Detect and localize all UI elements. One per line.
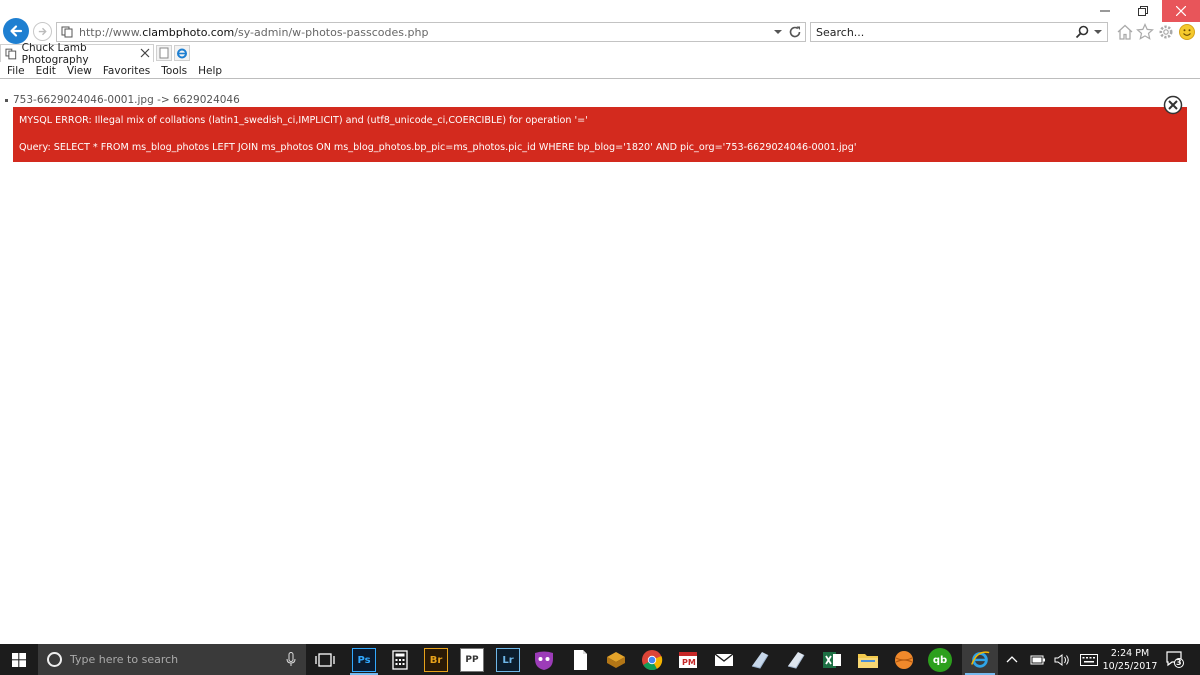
minimize-button[interactable] — [1086, 0, 1124, 22]
bridge-icon[interactable]: Br — [424, 648, 448, 672]
refresh-icon[interactable] — [788, 25, 802, 39]
keyboard-icon[interactable] — [1080, 654, 1098, 666]
paper-app-2-icon[interactable] — [784, 648, 808, 672]
action-center-button[interactable]: 3 — [1166, 651, 1184, 668]
file-mapping-line: 753-6629024046-0001.jpg -> 6629024046 — [5, 94, 240, 106]
close-circle-icon[interactable] — [1163, 95, 1183, 115]
error-message: MYSQL ERROR: Illegal mix of collations (… — [19, 115, 588, 126]
chevron-down-icon[interactable] — [773, 26, 783, 38]
forward-button[interactable] — [33, 22, 52, 41]
lightroom-icon[interactable]: Lr — [496, 648, 520, 672]
document-icon[interactable] — [568, 648, 592, 672]
home-icon[interactable] — [1116, 23, 1134, 41]
tab-strip: Chuck Lamb Photography — [0, 42, 1200, 66]
new-tab-icon — [159, 47, 169, 59]
photo-app-icon[interactable]: PP — [460, 648, 484, 672]
windows-logo-icon — [12, 652, 26, 667]
smiley-icon[interactable] — [1178, 23, 1196, 41]
tab-chuck-lamb-photography[interactable]: Chuck Lamb Photography — [0, 42, 154, 66]
menu-tools[interactable]: Tools — [157, 65, 191, 77]
chevron-down-icon[interactable] — [1093, 26, 1103, 38]
microphone-icon[interactable] — [286, 652, 296, 667]
search-icon[interactable] — [1075, 25, 1089, 39]
battery-icon[interactable] — [1030, 654, 1046, 666]
taskbar-search-box[interactable]: Type here to search — [38, 644, 306, 675]
windows-taskbar: Type here to search Ps Br PP Lr PM qb 2:… — [0, 644, 1200, 675]
bullet-dot — [5, 98, 8, 102]
quickbooks-icon[interactable]: qb — [928, 648, 952, 672]
menu-view[interactable]: View — [63, 65, 96, 77]
page-icon — [58, 23, 76, 41]
page-icon — [5, 48, 17, 59]
chrome-icon[interactable] — [640, 648, 664, 672]
pm-app-icon[interactable]: PM — [676, 648, 700, 672]
restore-icon — [1138, 6, 1148, 16]
search-placeholder: Search... — [816, 25, 865, 39]
volume-icon[interactable] — [1054, 653, 1070, 667]
ie-icon — [971, 651, 990, 668]
menu-bar: File Edit View Favorites Tools Help — [0, 63, 1200, 79]
arrow-left-icon — [10, 25, 23, 37]
close-icon — [1176, 6, 1186, 16]
gear-icon[interactable] — [1157, 23, 1175, 41]
menu-help[interactable]: Help — [194, 65, 226, 77]
mysql-error-box: MYSQL ERROR: Illegal mix of collations (… — [13, 107, 1187, 162]
mask-app-icon[interactable] — [532, 648, 556, 672]
chevron-up-icon[interactable] — [1006, 654, 1018, 666]
arrow-right-icon — [38, 27, 47, 36]
clock-date: 10/25/2017 — [1102, 661, 1158, 672]
menu-edit[interactable]: Edit — [32, 65, 60, 77]
cortana-icon — [47, 652, 62, 667]
clock-time: 2:24 PM — [1110, 648, 1150, 659]
system-clock[interactable]: 2:24 PM 10/25/2017 — [1100, 647, 1160, 673]
paper-app-icon[interactable] — [748, 648, 772, 672]
error-query: Query: SELECT * FROM ms_blog_photos LEFT… — [19, 142, 857, 153]
ie-icon — [177, 48, 187, 59]
close-tab-icon[interactable] — [140, 48, 150, 58]
star-icon[interactable] — [1136, 23, 1154, 41]
ie-taskbar-button[interactable] — [962, 644, 998, 675]
tab-title: Chuck Lamb Photography — [21, 41, 89, 66]
start-button[interactable] — [0, 644, 38, 675]
orange-app-icon[interactable] — [892, 648, 916, 672]
photoshop-icon[interactable]: Ps — [352, 648, 376, 672]
menu-favorites[interactable]: Favorites — [99, 65, 154, 77]
excel-icon[interactable] — [820, 648, 844, 672]
calculator-icon[interactable] — [388, 648, 412, 672]
file-mapping-text: 753-6629024046-0001.jpg -> 6629024046 — [13, 94, 240, 106]
url-text: http://www.clambphoto.com/sy-admin/w-pho… — [79, 25, 429, 39]
task-view-icon[interactable] — [313, 648, 337, 672]
address-bar[interactable]: http://www.clambphoto.com/sy-admin/w-pho… — [56, 22, 806, 42]
file-explorer-icon[interactable] — [856, 648, 880, 672]
ie-tab-button[interactable] — [174, 45, 190, 61]
notification-count: 3 — [1176, 658, 1182, 667]
restore-button[interactable] — [1124, 0, 1162, 22]
page-content: 753-6629024046-0001.jpg -> 6629024046 MY… — [0, 79, 1200, 644]
svg-text:PM: PM — [682, 658, 696, 667]
book-app-icon[interactable] — [604, 648, 628, 672]
close-window-button[interactable] — [1162, 0, 1200, 22]
browser-search-box[interactable]: Search... — [810, 22, 1108, 42]
browser-toolbar: http://www.clambphoto.com/sy-admin/w-pho… — [0, 0, 1200, 44]
new-tab-button[interactable] — [156, 45, 172, 61]
menu-file[interactable]: File — [3, 65, 29, 77]
taskbar-search-placeholder: Type here to search — [70, 653, 179, 666]
mail-icon[interactable] — [712, 648, 736, 672]
minimize-icon — [1100, 10, 1110, 12]
back-button[interactable] — [3, 18, 29, 44]
